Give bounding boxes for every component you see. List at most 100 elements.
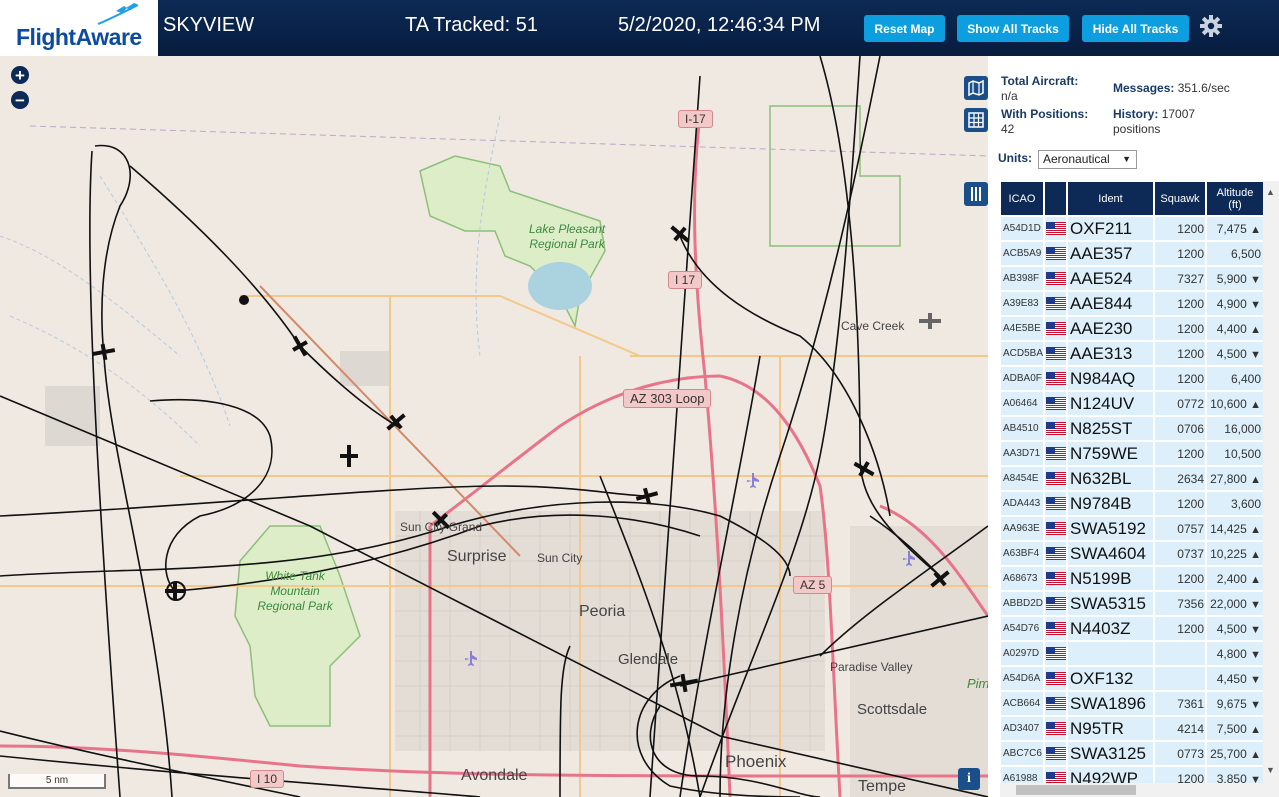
zoom-out-button[interactable]: − [11, 91, 29, 109]
reset-map-button[interactable]: Reset Map [864, 15, 945, 42]
cell-ident: N5199B [1066, 565, 1155, 592]
table-row[interactable]: A54D6A OXF132 4,450 ▼ [999, 665, 1265, 692]
scroll-down-icon[interactable]: ▼ [1266, 765, 1275, 775]
scrollbar-thumb[interactable] [1016, 785, 1136, 795]
dropdown-arrow-icon: ▼ [1122, 154, 1131, 164]
table-row[interactable]: ACB664 SWA1896 7361 9,675 ▼ [999, 690, 1265, 717]
label-pima: Pim [967, 676, 988, 691]
cell-flag [1043, 690, 1068, 717]
table-row[interactable]: A63BF4 SWA4604 0737 10,225 ▲ [999, 540, 1265, 567]
label-lake-pleasant: Lake Pleasant Regional Park [528, 222, 606, 251]
cell-squawk [1153, 640, 1207, 667]
cell-squawk: 1200 [1153, 240, 1207, 267]
table-row[interactable]: AA3D71 N759WE 1200 10,500 [999, 440, 1265, 467]
col-flag[interactable] [1043, 180, 1068, 217]
map-icon [968, 79, 984, 97]
columns-toggle-button[interactable] [964, 182, 988, 206]
cell-altitude: 10,500 [1205, 440, 1265, 467]
table-row[interactable]: A54D76 N4403Z 1200 4,500 ▼ [999, 615, 1265, 642]
cell-icao: ADA443 [999, 490, 1045, 517]
table-row[interactable]: A8454E N632BL 2634 27,800 ▲ [999, 465, 1265, 492]
table-row[interactable]: AB398F AAE524 7327 5,900 ▼ [999, 265, 1265, 292]
aircraft-table: ICAO Ident Squawk Altitude (ft) A54D1D OX… [999, 180, 1265, 792]
cell-ident: N984AQ [1066, 365, 1155, 392]
cell-squawk: 0757 [1153, 515, 1207, 542]
table-horizontal-scrollbar[interactable] [1000, 783, 1263, 797]
table-row[interactable]: ABBD2D SWA5315 7356 22,000 ▼ [999, 590, 1265, 617]
cell-ident: OXF211 [1066, 215, 1155, 242]
zoom-in-button[interactable]: + [11, 66, 29, 84]
map-canvas [0, 56, 988, 797]
map-view[interactable]: + − Lake Pleasant Regional Park White Ta… [0, 56, 988, 797]
table-row[interactable]: AA963E SWA5192 0757 14,425 ▲ [999, 515, 1265, 542]
cell-squawk: 4214 [1153, 715, 1207, 742]
table-row[interactable]: AB4510 N825ST 0706 16,000 [999, 415, 1265, 442]
show-all-tracks-button[interactable]: Show All Tracks [957, 15, 1069, 42]
col-squawk[interactable]: Squawk [1153, 180, 1207, 217]
table-row[interactable]: A06464 N124UV 0772 10,600 ▲ [999, 390, 1265, 417]
cell-flag [1043, 515, 1068, 542]
altitude-trend-icon: ▲ [1250, 223, 1261, 236]
altitude-value: 25,700 [1210, 746, 1247, 761]
table-row[interactable]: A4E5BE AAE230 1200 4,400 ▲ [999, 315, 1265, 342]
table-row[interactable]: A68673 N5199B 1200 2,400 ▲ [999, 565, 1265, 592]
cell-altitude: 4,900 ▼ [1205, 290, 1265, 317]
altitude-value: 27,800 [1210, 471, 1247, 486]
table-row[interactable]: ADA443 N9784B 1200 3,600 [999, 490, 1265, 517]
map-layers-button[interactable] [964, 76, 988, 100]
cell-icao: A4E5BE [999, 315, 1045, 342]
table-row[interactable]: ACB5A9 AAE357 1200 6,500 [999, 240, 1265, 267]
units-label: Units: [998, 151, 1032, 165]
altitude-value: 4,500 [1216, 346, 1247, 361]
cell-flag [1043, 290, 1068, 317]
gear-icon[interactable] [1198, 13, 1224, 39]
us-flag-icon [1046, 647, 1065, 660]
messages-value: 351.6/sec [1177, 81, 1230, 95]
table-vertical-scrollbar[interactable]: ▲ ▼ [1263, 181, 1279, 797]
datetime: 5/2/2020, 12:46:34 PM [618, 14, 821, 36]
table-row[interactable]: ABC7C6 SWA3125 0773 25,700 ▲ [999, 740, 1265, 767]
label-peoria: Peoria [579, 603, 626, 620]
col-altitude[interactable]: Altitude (ft) [1205, 180, 1265, 217]
cell-icao: ACB664 [999, 690, 1045, 717]
flightaware-logo[interactable]: FlightAware [0, 0, 158, 56]
cell-squawk: 0737 [1153, 540, 1207, 567]
altitude-trend-icon: ▲ [1250, 748, 1261, 761]
cell-flag [1043, 465, 1068, 492]
table-row[interactable]: ACD5BA AAE313 1200 4,500 ▼ [999, 340, 1265, 367]
altitude-value: 6,400 [1230, 371, 1261, 386]
history-value: 17007 [1161, 107, 1196, 121]
us-flag-icon [1046, 747, 1065, 760]
label-glendale: Glendale [618, 651, 679, 668]
label-avondale: Avondale [461, 767, 528, 784]
cell-flag [1043, 365, 1068, 392]
altitude-value: 9,675 [1216, 696, 1247, 711]
units-select[interactable]: Aeronautical ▼ [1038, 150, 1137, 169]
cell-ident: N9784B [1066, 490, 1155, 517]
cell-squawk: 7361 [1153, 690, 1207, 717]
cell-altitude: 4,500 ▼ [1205, 615, 1265, 642]
table-row[interactable]: ADBA0F N984AQ 1200 6,400 [999, 365, 1265, 392]
hide-all-tracks-button[interactable]: Hide All Tracks [1082, 15, 1189, 42]
grid-toggle-button[interactable] [964, 108, 988, 132]
col-icao[interactable]: ICAO [999, 180, 1045, 217]
cell-altitude: 25,700 ▲ [1205, 740, 1265, 767]
table-row[interactable]: A39E83 AAE844 1200 4,900 ▼ [999, 290, 1265, 317]
scroll-up-icon[interactable]: ▲ [1266, 187, 1275, 197]
label-paradise-valley: Paradise Valley [830, 660, 913, 674]
stat-total-aircraft: Total Aircraft: n/a [1001, 74, 1078, 104]
cell-icao: A54D76 [999, 615, 1045, 642]
altitude-trend-icon: ▲ [1250, 473, 1261, 486]
altitude-value: 3,600 [1230, 496, 1261, 511]
cell-altitude: 3,600 [1205, 490, 1265, 517]
table-row[interactable]: AD3407 N95TR 4214 7,500 ▲ [999, 715, 1265, 742]
table-row[interactable]: A54D1D OXF211 1200 7,475 ▲ [999, 215, 1265, 242]
altitude-trend-icon: ▼ [1250, 648, 1261, 661]
label-cave-creek: Cave Creek [841, 319, 905, 333]
us-flag-icon [1046, 572, 1065, 585]
table-row[interactable]: A0297D 4,800 ▼ [999, 640, 1265, 667]
us-flag-icon [1046, 597, 1065, 610]
col-ident[interactable]: Ident [1066, 180, 1155, 217]
info-button[interactable]: i [958, 768, 980, 790]
altitude-trend-icon: ▼ [1250, 673, 1261, 686]
